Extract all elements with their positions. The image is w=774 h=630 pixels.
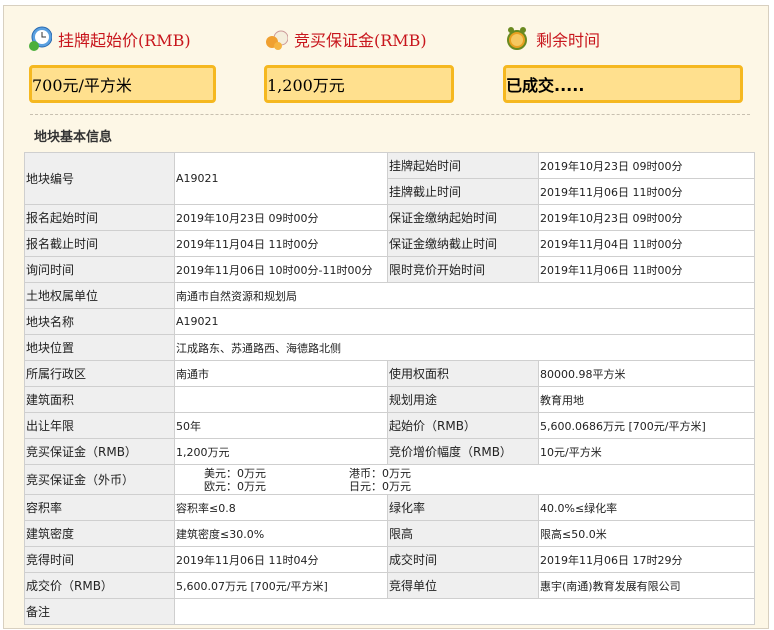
value: 2019年11月06日 11时00分	[538, 178, 755, 205]
alarm-clock-icon	[506, 26, 530, 52]
value: 2019年10月23日 09时00分	[174, 204, 388, 231]
remaining-title: 剩余时间	[536, 31, 601, 50]
label: 限时竞价开始时间	[387, 256, 539, 283]
label: 竞得时间	[24, 546, 175, 573]
remaining-header: 剩余时间	[506, 26, 600, 52]
value: A19021	[174, 308, 755, 335]
value: 5,600.0686万元 [700元/平方米]	[538, 412, 755, 439]
label: 地块位置	[24, 334, 175, 361]
label: 起始价（RMB）	[387, 412, 539, 439]
value: 2019年11月04日 11时00分	[538, 230, 755, 257]
jpy: 日元：0万元	[349, 479, 411, 493]
table-row: 所属行政区 南通市 使用权面积 80000.98平方米	[24, 360, 755, 387]
table-row: 地块编号 A19021 挂牌起始时间 2019年10月23日 09时00分	[24, 152, 755, 205]
value: 南通市	[174, 360, 388, 387]
value: 10元/平方米	[538, 438, 755, 465]
label: 地块编号	[24, 152, 175, 205]
remaining-value: 已成交.....	[506, 76, 585, 95]
start-price-value: 700元/平方米	[32, 76, 132, 95]
value: 教育用地	[538, 386, 755, 413]
label: 限高	[387, 520, 539, 547]
foreign-deposit-value: 美元：0万元 港币：0万元 欧元：0万元 日元：0万元	[174, 464, 755, 495]
deposit-box: 1,200万元	[264, 65, 454, 103]
label: 成交时间	[387, 546, 539, 573]
table-row: 报名起始时间 2019年10月23日 09时00分 保证金缴纳起始时间 2019年10…	[24, 204, 755, 231]
clock-money-icon	[28, 26, 53, 52]
label: 土地权属单位	[24, 282, 175, 309]
divider	[30, 114, 750, 115]
money-bag-icon	[264, 26, 289, 52]
value: 2019年11月04日 11时00分	[174, 230, 388, 257]
table-row: 地块名称 A19021	[24, 308, 755, 335]
label: 备注	[24, 598, 175, 625]
value: 80000.98平方米	[538, 360, 755, 387]
label: 询问时间	[24, 256, 175, 283]
value: 2019年11月06日 11时04分	[174, 546, 388, 573]
deposit-title: 竞买保证金(RMB)	[294, 31, 427, 50]
label: 竞买保证金（RMB）	[24, 438, 175, 465]
table-row: 建筑面积 规划用途 教育用地	[24, 386, 755, 413]
label: 所属行政区	[24, 360, 175, 387]
table-row: 竞买保证金（外币） 美元：0万元 港币：0万元 欧元：0万元 日元：0万元	[24, 464, 755, 495]
label: 竞得单位	[387, 572, 539, 599]
label: 绿化率	[387, 494, 539, 521]
label: 出让年限	[24, 412, 175, 439]
table-row: 询问时间 2019年11月06日 10时00分-11时00分 限时竞价开始时间 201…	[24, 256, 755, 283]
value: 2019年11月06日 10时00分-11时00分	[174, 256, 388, 283]
deposit-value: 1,200万元	[267, 76, 345, 95]
value: 2019年10月23日 09时00分	[538, 204, 755, 231]
value: 限高≤50.0米	[538, 520, 755, 547]
hkd: 港币：0万元	[349, 466, 411, 480]
value: 2019年11月06日 17时29分	[538, 546, 755, 573]
value: 2019年10月23日 09时00分	[538, 152, 755, 179]
table-row: 容积率 容积率≤0.8 绿化率 40.0%≤绿化率	[24, 494, 755, 521]
label: 容积率	[24, 494, 175, 521]
label: 地块名称	[24, 308, 175, 335]
value: 江成路东、苏通路西、海德路北侧	[174, 334, 755, 361]
label: 成交价（RMB）	[24, 572, 175, 599]
label: 规划用途	[387, 386, 539, 413]
value: 容积率≤0.8	[174, 494, 388, 521]
label: 保证金缴纳截止时间	[387, 230, 539, 257]
value: 惠宇(南通)教育发展有限公司	[538, 572, 755, 599]
value: 5,600.07万元 [700元/平方米]	[174, 572, 388, 599]
start-price-title: 挂牌起始价(RMB)	[58, 31, 191, 50]
label: 使用权面积	[387, 360, 539, 387]
value: 2019年11月06日 11时00分	[538, 256, 755, 283]
table-row: 备注	[24, 598, 755, 625]
land-info-table: 地块编号 A19021 挂牌起始时间 2019年10月23日 09时00分 挂牌…	[24, 152, 755, 625]
value: 40.0%≤绿化率	[538, 494, 755, 521]
table-row: 出让年限 50年 起始价（RMB） 5,600.0686万元 [700元/平方米]	[24, 412, 755, 439]
label: 报名起始时间	[24, 204, 175, 231]
table-row: 成交价（RMB） 5,600.07万元 [700元/平方米] 竞得单位 惠宇(南通)教…	[24, 572, 755, 599]
usd: 美元：0万元	[204, 466, 266, 480]
table-row: 地块位置 江成路东、苏通路西、海德路北侧	[24, 334, 755, 361]
value: 50年	[174, 412, 388, 439]
eur: 欧元：0万元	[204, 479, 266, 493]
table-row: 竞买保证金（RMB） 1,200万元 竞价增价幅度（RMB） 10元/平方米	[24, 438, 755, 465]
table-row: 建筑密度 建筑密度≤30.0% 限高 限高≤50.0米	[24, 520, 755, 547]
value: 建筑密度≤30.0%	[174, 520, 388, 547]
deposit-header: 竞买保证金(RMB)	[264, 26, 427, 52]
label: 竞买保证金（外币）	[24, 464, 175, 495]
label: 建筑密度	[24, 520, 175, 547]
label: 建筑面积	[24, 386, 175, 413]
table-row: 土地权属单位 南通市自然资源和规划局	[24, 282, 755, 309]
label: 挂牌起始时间	[387, 152, 539, 179]
value	[174, 598, 755, 625]
label: 挂牌截止时间	[387, 178, 539, 205]
value: 南通市自然资源和规划局	[174, 282, 755, 309]
start-price-box: 700元/平方米	[29, 65, 216, 103]
table-row: 竞得时间 2019年11月06日 11时04分 成交时间 2019年11月06日 17…	[24, 546, 755, 573]
label: 竞价增价幅度（RMB）	[387, 438, 539, 465]
table-row: 报名截止时间 2019年11月04日 11时00分 保证金缴纳截止时间 2019年11…	[24, 230, 755, 257]
section-title: 地块基本信息	[34, 130, 113, 145]
label: 报名截止时间	[24, 230, 175, 257]
value: 1,200万元	[174, 438, 388, 465]
value	[174, 386, 388, 413]
start-price-header: 挂牌起始价(RMB)	[28, 26, 191, 52]
remaining-box: 已成交.....	[503, 65, 743, 103]
value: A19021	[174, 152, 388, 205]
label: 保证金缴纳起始时间	[387, 204, 539, 231]
